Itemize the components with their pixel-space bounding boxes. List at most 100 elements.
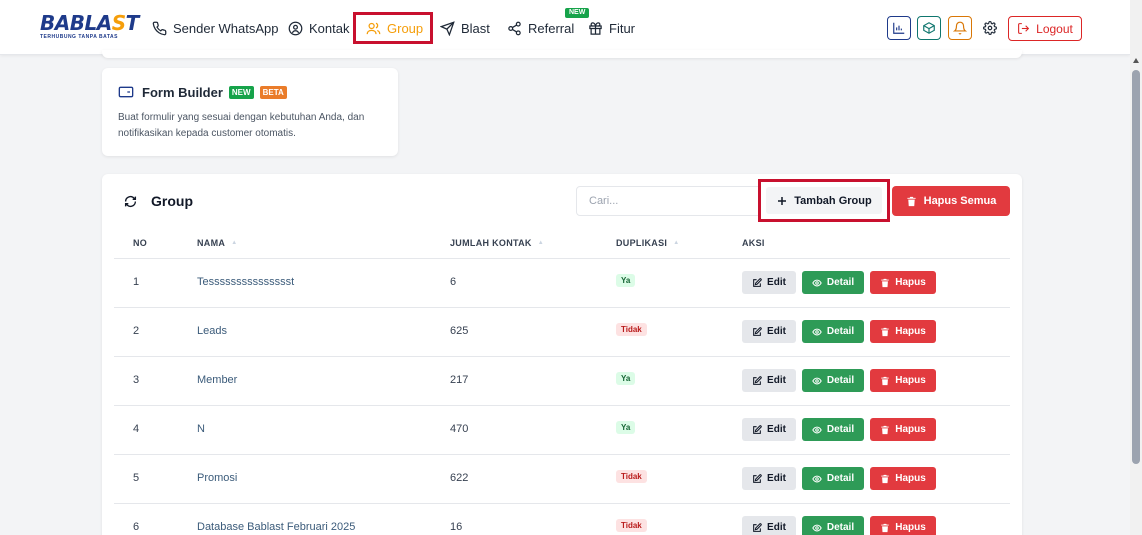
delete-button-label: Hapus: [895, 522, 926, 533]
detail-button[interactable]: Detail: [802, 418, 864, 441]
package-button[interactable]: [917, 16, 941, 40]
nav-item-group[interactable]: Group: [353, 12, 433, 44]
column-header-jumlah-kontak[interactable]: JUMLAH KONTAK ▲: [450, 238, 544, 248]
nav-item-fitur[interactable]: Fitur: [582, 12, 641, 44]
trash-icon: [881, 474, 889, 483]
group-name-link[interactable]: Member: [197, 374, 237, 386]
nav-label: Kontak: [309, 20, 350, 36]
edit-button[interactable]: Edit: [742, 467, 796, 490]
eye-icon: [812, 328, 822, 335]
contact-count: 625: [450, 325, 469, 337]
detail-button-label: Detail: [826, 473, 855, 484]
nav-label: Fitur: [609, 20, 635, 36]
scroll-up-arrow[interactable]: [1133, 58, 1139, 63]
delete-button[interactable]: Hapus: [870, 369, 936, 392]
edit-button-label: Edit: [767, 424, 786, 435]
report-button[interactable]: [887, 16, 911, 40]
row-divider: [114, 356, 1010, 357]
row-number: 5: [133, 472, 140, 484]
settings-button[interactable]: [978, 16, 1002, 40]
duplication-badge: Ya: [616, 372, 636, 385]
edit-button[interactable]: Edit: [742, 418, 796, 441]
column-header-nama[interactable]: NAMA ▲: [197, 238, 237, 248]
detail-button-label: Detail: [826, 375, 855, 386]
edit-icon: [753, 473, 762, 483]
form-icon: [118, 86, 134, 98]
nav-label: Blast: [461, 20, 490, 36]
eye-icon: [812, 377, 822, 384]
detail-button[interactable]: Detail: [802, 516, 864, 535]
nav-item-kontak[interactable]: Kontak: [282, 12, 355, 44]
share-icon: [508, 21, 521, 35]
beta-badge: BETA: [259, 85, 287, 99]
refresh-icon[interactable]: [124, 195, 137, 208]
edit-button[interactable]: Edit: [742, 369, 796, 392]
edit-icon: [753, 424, 762, 434]
delete-button-label: Hapus: [895, 326, 926, 337]
detail-button[interactable]: Detail: [802, 271, 864, 294]
brand-logo[interactable]: BABLAST TERHUBUNG TANPA BATAS: [40, 13, 139, 40]
duplication-badge: Tidak: [616, 470, 647, 483]
phone-icon: [152, 21, 167, 35]
delete-button[interactable]: Hapus: [870, 418, 936, 441]
nav-item-blast[interactable]: Blast: [434, 12, 496, 44]
group-name-link[interactable]: Database Bablast Februari 2025: [197, 521, 355, 533]
delete-button-label: Hapus: [895, 424, 926, 435]
detail-button[interactable]: Detail: [802, 467, 864, 490]
nav-item-referral[interactable]: Referral: [501, 12, 580, 44]
trash-icon: [881, 327, 889, 336]
row-number: 6: [133, 521, 140, 533]
plus-icon: [778, 196, 787, 205]
add-group-button[interactable]: Tambah Group: [766, 187, 882, 214]
logout-icon: [1018, 23, 1030, 34]
form-builder-description: Buat formulir yang sesuai dengan kebutuh…: [118, 112, 365, 139]
form-builder-card[interactable]: Form Builder NEW BETA Buat formulir yang…: [102, 68, 398, 156]
edit-icon: [753, 522, 762, 532]
delete-all-label: Hapus Semua: [923, 195, 997, 207]
edit-button[interactable]: Edit: [742, 516, 796, 535]
row-divider: [114, 454, 1010, 455]
edit-button-label: Edit: [767, 326, 786, 337]
nav-label: Group: [387, 20, 424, 36]
column-header-no[interactable]: NO: [133, 238, 147, 248]
search-input[interactable]: [576, 186, 762, 216]
edit-button-label: Edit: [767, 277, 786, 288]
group-title: Group: [151, 193, 193, 209]
page-scrollbar[interactable]: [1130, 0, 1142, 535]
group-name-link[interactable]: Leads: [197, 325, 227, 337]
notification-button[interactable]: [948, 16, 972, 40]
group-name-link[interactable]: N: [197, 423, 205, 435]
column-header-duplikasi[interactable]: DUPLIKASI ▲: [616, 238, 679, 248]
row-number: 2: [133, 325, 140, 337]
edit-button-label: Edit: [767, 473, 786, 484]
edit-button[interactable]: Edit: [742, 320, 796, 343]
detail-button-label: Detail: [826, 522, 855, 533]
delete-all-button[interactable]: Hapus Semua: [892, 186, 1010, 216]
row-divider: [114, 258, 1010, 259]
edit-button[interactable]: Edit: [742, 271, 796, 294]
gear-icon: [983, 21, 997, 35]
detail-button[interactable]: Detail: [802, 369, 864, 392]
delete-button[interactable]: Hapus: [870, 271, 936, 294]
delete-button[interactable]: Hapus: [870, 516, 936, 535]
group-name-link[interactable]: Tessssssssssssssst: [197, 276, 294, 288]
bell-icon: [953, 21, 967, 35]
gift-icon: [589, 21, 602, 35]
user-circle-icon: [288, 21, 303, 35]
trash-icon: [881, 425, 889, 434]
edit-button-label: Edit: [767, 522, 786, 533]
previous-card-bottom: [102, 50, 1022, 58]
row-number: 1: [133, 276, 140, 288]
delete-button[interactable]: Hapus: [870, 320, 936, 343]
nav-item-sender-whatsapp[interactable]: Sender WhatsApp: [146, 12, 285, 44]
group-name-link[interactable]: Promosi: [197, 472, 237, 484]
detail-button[interactable]: Detail: [802, 320, 864, 343]
delete-button[interactable]: Hapus: [870, 467, 936, 490]
scroll-thumb[interactable]: [1132, 70, 1140, 464]
delete-button-label: Hapus: [895, 277, 926, 288]
eye-icon: [812, 279, 822, 286]
top-navbar: BABLAST TERHUBUNG TANPA BATAS Sender Wha…: [0, 0, 1130, 55]
group-card: Group Tambah Group Hapus Semua NO NAMA▲ …: [102, 174, 1022, 535]
new-badge: NEW: [228, 85, 254, 99]
logout-button[interactable]: Logout: [1008, 16, 1082, 41]
